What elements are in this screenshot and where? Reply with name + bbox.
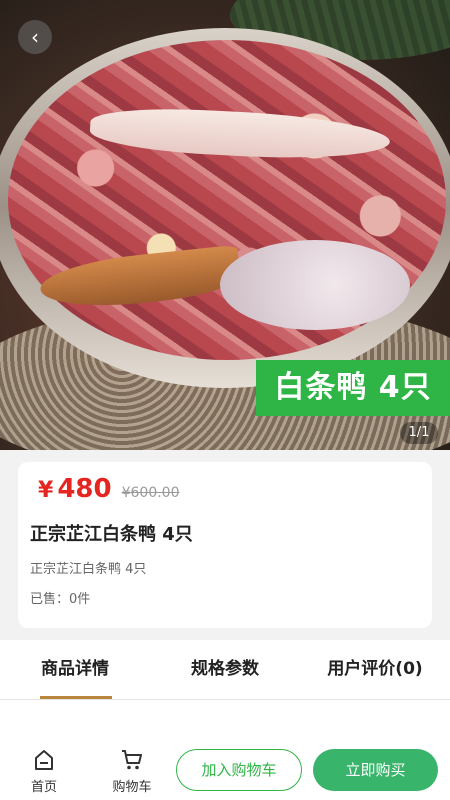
- product-title: 正宗芷江白条鸭 4只: [30, 524, 193, 545]
- price-row: ¥ 480 ¥600.00: [38, 474, 180, 504]
- tab-specifications[interactable]: 规格参数: [150, 640, 300, 699]
- add-to-cart-button[interactable]: 加入购物车: [176, 749, 302, 791]
- product-detail-page: ‹ 白条鸭 4只 1/1 ¥ 480 ¥600.00 正宗芷江白条鸭 4只 正宗…: [0, 0, 450, 800]
- tab-label: 用户评价(0): [327, 659, 423, 679]
- tab-label: 商品详情: [41, 659, 109, 679]
- product-image[interactable]: ‹ 白条鸭 4只 1/1: [0, 0, 450, 450]
- product-subtitle: 正宗芷江白条鸭 4只: [30, 562, 147, 577]
- tab-product-details[interactable]: 商品详情: [0, 640, 150, 699]
- tab-label: 规格参数: [191, 659, 259, 679]
- home-icon: [35, 750, 53, 770]
- home-label: 首页: [30, 780, 57, 795]
- content-area: [0, 700, 450, 740]
- tab-user-reviews[interactable]: 用户评价(0): [300, 640, 450, 699]
- detail-tabs: 商品详情 规格参数 用户评价(0): [0, 640, 450, 700]
- bottom-action-bar: 首页 购物车 加入购物车 立即购买: [0, 740, 450, 800]
- product-banner: 白条鸭 4只: [256, 360, 450, 416]
- duck-head: [220, 240, 410, 330]
- sold-count: 已售：0件: [30, 592, 91, 607]
- back-button[interactable]: ‹: [18, 20, 52, 54]
- cart-label: 购物车: [112, 780, 152, 795]
- original-price: ¥600.00: [121, 485, 180, 501]
- cart-icon: [122, 750, 142, 770]
- product-info-card: ¥ 480 ¥600.00 正宗芷江白条鸭 4只 正宗芷江白条鸭 4只 已售：0…: [18, 462, 432, 628]
- image-pager: 1/1: [400, 422, 438, 444]
- cart-button[interactable]: 购物车: [102, 748, 162, 795]
- currency-symbol: ¥: [38, 478, 54, 503]
- buy-now-button[interactable]: 立即购买: [313, 749, 438, 791]
- current-price: 480: [57, 474, 112, 504]
- home-button[interactable]: 首页: [14, 748, 74, 795]
- tab-active-indicator: [40, 696, 112, 699]
- chevron-left-icon: ‹: [31, 25, 39, 49]
